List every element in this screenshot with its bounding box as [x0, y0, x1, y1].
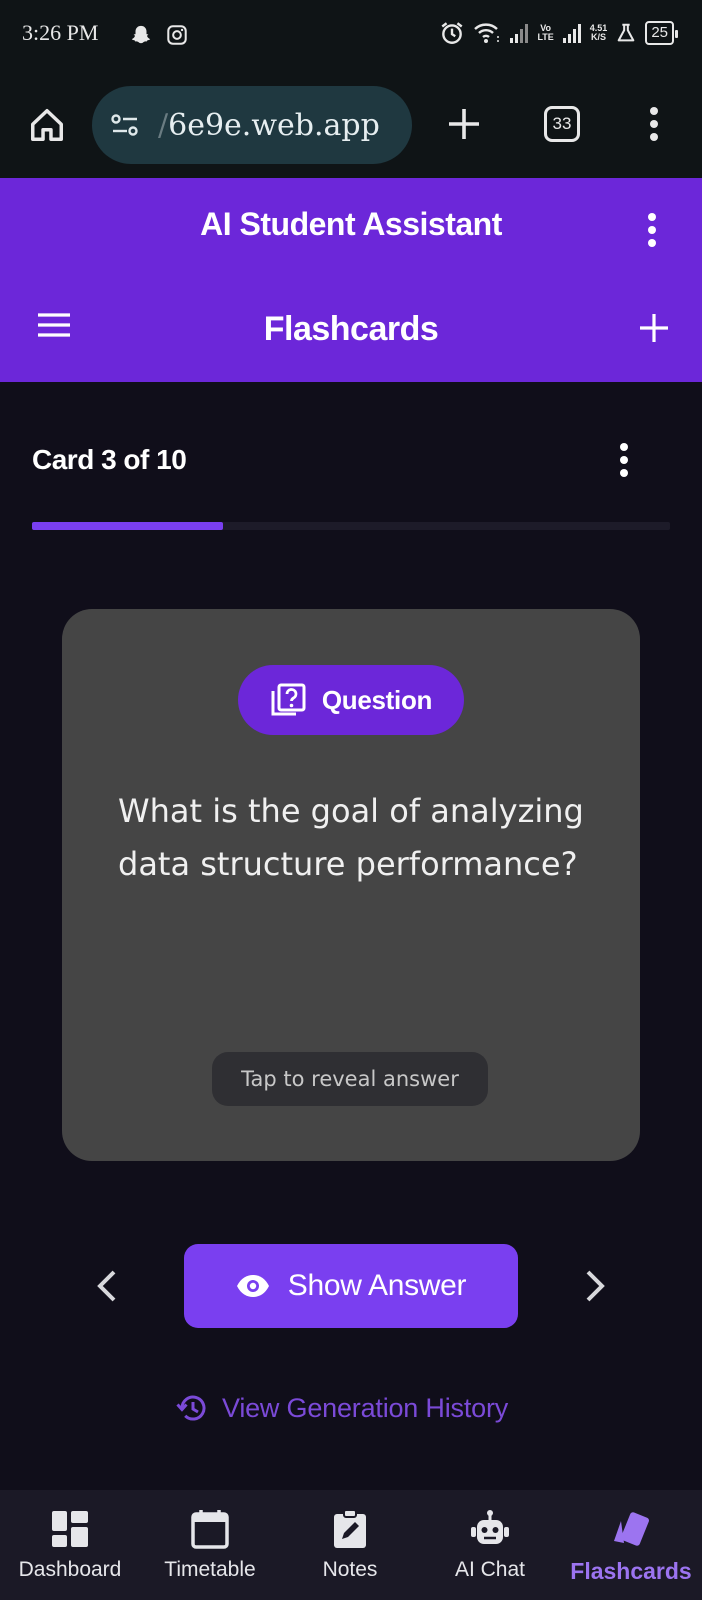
more-vert-icon[interactable]	[638, 210, 666, 250]
view-history-label: View Generation History	[222, 1392, 509, 1423]
network-speed: 4.51 K/S	[590, 24, 608, 42]
cards-icon	[614, 1512, 649, 1546]
url-text[interactable]: /6e9e.web.app	[158, 108, 380, 143]
view-history-link[interactable]: View Generation History	[176, 1392, 508, 1424]
card-counter: Card 3 of 10	[32, 444, 187, 475]
tab-switcher-button[interactable]: 33	[544, 106, 580, 142]
network-lte: LTE	[537, 32, 554, 42]
wifi-icon	[474, 23, 500, 43]
url-domain: 6e9e.web.app	[168, 107, 380, 143]
battery-level: 25	[651, 24, 668, 41]
bottom-navigation: Dashboard Timetable Notes AI Chat Flashc…	[0, 1490, 702, 1600]
status-time: 3:26 PM	[22, 20, 99, 45]
nav-notes[interactable]: Notes	[280, 1490, 420, 1600]
robot-icon	[471, 1510, 509, 1544]
chevron-right-icon[interactable]	[578, 1266, 612, 1306]
alarm-icon	[441, 22, 463, 44]
dashboard-icon	[52, 1511, 88, 1547]
nav-ai-chat[interactable]: AI Chat	[420, 1490, 560, 1600]
question-text: What is the goal of analyzing data struc…	[118, 792, 584, 883]
calendar-icon	[191, 1510, 229, 1549]
speed-unit: K/S	[591, 32, 607, 42]
signal-icon	[562, 24, 581, 43]
nav-label-dashboard: Dashboard	[18, 1558, 122, 1581]
site-settings-icon[interactable]	[110, 111, 140, 139]
question-chip: Question	[238, 665, 464, 735]
browser-menu-icon[interactable]	[640, 104, 668, 144]
browser-toolbar: /6e9e.web.app 33	[0, 70, 702, 178]
nav-dashboard[interactable]: Dashboard	[0, 1490, 140, 1600]
battery-icon: 25	[645, 21, 678, 45]
show-answer-label: Show Answer	[287, 1269, 467, 1302]
nav-timetable[interactable]: Timetable	[140, 1490, 280, 1600]
status-bar: 3:26 PM Vo LTE 4.51 K/S 25	[0, 0, 702, 70]
signal-icon	[510, 24, 529, 43]
card-options-icon[interactable]	[610, 440, 638, 480]
flashcard[interactable]: Question What is the goal of analyzing d…	[62, 609, 640, 1161]
home-icon[interactable]	[28, 106, 66, 144]
nav-label-flashcards: Flashcards	[570, 1558, 692, 1584]
deck-progress-bar	[32, 522, 670, 530]
add-icon[interactable]	[638, 312, 670, 344]
eye-icon	[236, 1275, 269, 1297]
instagram-icon	[167, 25, 187, 45]
show-answer-button[interactable]: Show Answer	[184, 1244, 518, 1328]
lab-icon	[617, 23, 635, 42]
page-title: Flashcards	[263, 310, 439, 348]
nav-label-timetable: Timetable	[164, 1558, 256, 1581]
nav-label-notes: Notes	[322, 1558, 378, 1581]
new-tab-icon[interactable]	[446, 106, 482, 142]
network-type: Vo LTE	[537, 24, 553, 42]
app-title: AI Student Assistant	[200, 206, 502, 242]
nav-label-ai-chat: AI Chat	[454, 1558, 526, 1581]
address-bar[interactable]: /6e9e.web.app	[92, 86, 412, 164]
snapchat-icon	[131, 25, 151, 44]
status-indicators: Vo LTE 4.51 K/S 25	[439, 20, 678, 46]
reveal-hint[interactable]: Tap to reveal answer	[212, 1052, 488, 1106]
app-header: AI Student Assistant Flashcards	[0, 178, 702, 382]
url-faded: /	[158, 107, 169, 143]
quiz-icon	[271, 683, 306, 716]
question-chip-label: Question	[321, 684, 433, 715]
history-icon	[176, 1395, 206, 1421]
progress-fill	[32, 522, 224, 530]
nav-flashcards[interactable]: Flashcards	[560, 1490, 702, 1600]
chevron-left-icon[interactable]	[90, 1266, 124, 1306]
notes-icon	[334, 1509, 366, 1548]
